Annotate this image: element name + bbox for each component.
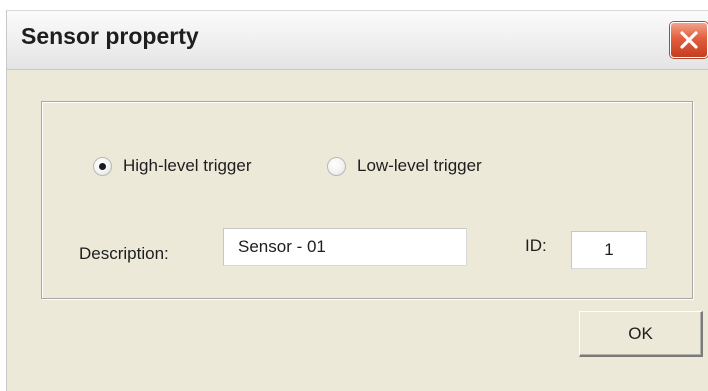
ok-button[interactable]: OK [579,311,703,357]
title-bar[interactable]: Sensor property [7,11,708,70]
id-field[interactable] [571,231,647,269]
trigger-groupbox [41,101,693,299]
id-label: ID: [525,236,547,255]
radio-low-level-trigger[interactable]: Low-level trigger [327,151,482,181]
description-label: Description: [79,244,169,263]
description-field[interactable] [223,228,467,266]
close-button[interactable] [670,22,708,58]
close-icon [680,31,698,49]
radio-label-high: High-level trigger [123,156,252,175]
radio-button-low[interactable] [327,156,346,176]
sensor-property-dialog: Sensor property High-level trigger Low-l… [6,10,708,391]
radio-high-level-trigger[interactable]: High-level trigger [93,151,252,181]
radio-selected-dot [99,162,106,170]
radio-label-low: Low-level trigger [357,156,482,175]
dialog-title: Sensor property [21,23,199,49]
radio-button-high[interactable] [93,156,112,176]
